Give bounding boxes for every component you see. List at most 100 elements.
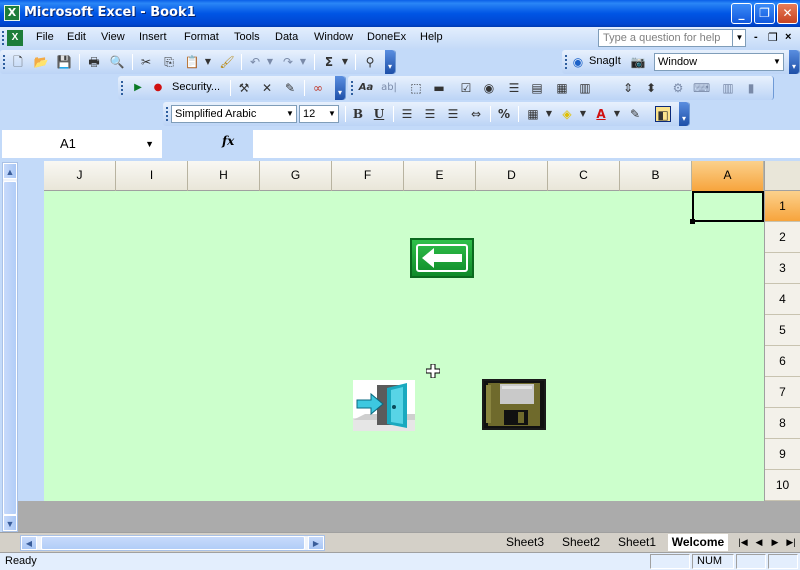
row-header-6[interactable]: 6: [765, 346, 800, 377]
toolbar-grip[interactable]: [565, 55, 568, 69]
right-to-left-icon[interactable]: ◧: [655, 106, 671, 122]
scroll-left-icon[interactable]: ◀: [21, 536, 37, 550]
run-dialog-icon[interactable]: ▮: [743, 80, 759, 96]
row-header-2[interactable]: 2: [765, 222, 800, 253]
edit-box-icon[interactable]: ab|: [381, 80, 397, 96]
sheet-tab-sheet3[interactable]: Sheet3: [500, 534, 550, 551]
borders-icon[interactable]: ▦: [525, 106, 541, 122]
fill-color-icon[interactable]: ◈: [559, 106, 575, 122]
close-button[interactable]: ✕: [777, 3, 798, 24]
menu-tools[interactable]: Tools: [234, 31, 260, 43]
toolbar-grip[interactable]: [166, 107, 169, 121]
first-sheet-icon[interactable]: |◀: [736, 535, 750, 549]
font-name-combo[interactable]: Simplified Arabic ▼: [171, 105, 297, 123]
toolbar-grip[interactable]: [3, 55, 6, 69]
toolbar-options-icon[interactable]: ▾: [679, 102, 689, 126]
security-button[interactable]: Security...: [172, 81, 220, 93]
record-macro-icon[interactable]: ●: [150, 80, 166, 96]
name-box[interactable]: A1 ▼: [2, 130, 162, 158]
column-header-h[interactable]: H: [188, 161, 260, 191]
format-painter-icon[interactable]: 🖌: [219, 54, 235, 70]
undo-dropdown-icon[interactable]: ▼: [262, 54, 278, 70]
vertical-scroll-thumb[interactable]: [3, 181, 17, 515]
control-toolbox-icon[interactable]: ✕: [259, 80, 275, 96]
sheet-tab-sheet1[interactable]: Sheet1: [612, 534, 662, 551]
scroll-down-icon[interactable]: ▼: [3, 515, 17, 531]
group-box-icon[interactable]: ⬚: [408, 80, 424, 96]
toolbar-options-icon[interactable]: ▾: [789, 50, 799, 74]
open-folder-icon[interactable]: 📂: [33, 54, 49, 70]
spinner-icon[interactable]: ⬍: [643, 80, 659, 96]
row-header-9[interactable]: 9: [765, 439, 800, 470]
vb-editor-icon[interactable]: ⚒: [236, 80, 252, 96]
insert-function-button[interactable]: fx: [222, 134, 234, 148]
row-header-10[interactable]: 10: [765, 470, 800, 501]
autofilter-icon[interactable]: ⚲: [362, 54, 378, 70]
column-header-f[interactable]: F: [332, 161, 404, 191]
column-header-a[interactable]: A: [692, 161, 764, 191]
menu-insert[interactable]: Insert: [139, 31, 167, 43]
column-header-e[interactable]: E: [404, 161, 476, 191]
menu-format[interactable]: Format: [184, 31, 219, 43]
paste-icon[interactable]: 📋: [184, 54, 200, 70]
horizontal-scrollbar[interactable]: ◀ ▶: [20, 535, 325, 551]
align-left-icon[interactable]: ☰: [399, 106, 415, 122]
column-header-g[interactable]: G: [260, 161, 332, 191]
window-combo[interactable]: Window ▼: [654, 53, 784, 71]
combo-list-edit-icon[interactable]: ▦: [554, 80, 570, 96]
autosum-icon[interactable]: Σ: [321, 54, 337, 70]
worksheet-grid[interactable]: [44, 191, 764, 501]
list-box-icon[interactable]: ☰: [506, 80, 522, 96]
sheet-tab-welcome[interactable]: Welcome: [668, 534, 728, 551]
toolbar-options-icon[interactable]: ▾: [335, 76, 345, 100]
active-cell[interactable]: [690, 191, 764, 224]
snagit-icon[interactable]: ◉: [570, 54, 586, 70]
percent-style-button[interactable]: %: [496, 106, 512, 122]
row-header-7[interactable]: 7: [765, 377, 800, 408]
borders-dropdown-icon[interactable]: ▼: [541, 106, 557, 122]
formula-input[interactable]: [253, 130, 800, 158]
control-properties-icon[interactable]: ⚙: [670, 80, 686, 96]
exit-button[interactable]: [353, 380, 415, 431]
workbook-close-button[interactable]: ×: [785, 31, 791, 43]
menu-help[interactable]: Help: [420, 31, 443, 43]
toolbar-grip[interactable]: [351, 81, 354, 95]
checkbox-control-icon[interactable]: ☑: [458, 80, 474, 96]
button-control-icon[interactable]: ▬: [431, 80, 447, 96]
undo-icon[interactable]: ↶: [247, 54, 263, 70]
menu-view[interactable]: View: [101, 31, 125, 43]
toggle-grid-icon[interactable]: ▥: [720, 80, 736, 96]
font-color-icon[interactable]: A: [593, 106, 609, 122]
maximize-button[interactable]: ❐: [754, 3, 775, 24]
bold-button[interactable]: B: [350, 106, 366, 122]
edit-code-icon[interactable]: ⌨: [693, 80, 710, 96]
column-header-i[interactable]: I: [116, 161, 188, 191]
merge-center-icon[interactable]: ⇔: [468, 106, 484, 122]
fill-color-dropdown-icon[interactable]: ▼: [575, 106, 591, 122]
design-mode-icon[interactable]: ✎: [282, 80, 298, 96]
workbook-minimize-button[interactable]: -: [754, 31, 758, 43]
workbook-restore-button[interactable]: ❐: [768, 31, 778, 44]
paste-dropdown-icon[interactable]: ▼: [200, 54, 216, 70]
align-center-icon[interactable]: ☰: [422, 106, 438, 122]
save-button[interactable]: [482, 379, 546, 430]
option-button-icon[interactable]: ◉: [481, 80, 497, 96]
label-control-icon[interactable]: Aa: [358, 80, 374, 96]
minimize-button[interactable]: _: [731, 3, 752, 24]
back-button[interactable]: [410, 238, 474, 278]
menu-window[interactable]: Window: [314, 31, 353, 43]
last-sheet-icon[interactable]: ▶|: [784, 535, 798, 549]
combo-dropdown-edit-icon[interactable]: ▥: [577, 80, 593, 96]
menu-data[interactable]: Data: [275, 31, 298, 43]
align-right-icon[interactable]: ☰: [445, 106, 461, 122]
scroll-right-icon[interactable]: ▶: [308, 536, 324, 550]
row-header-4[interactable]: 4: [765, 284, 800, 315]
menu-file[interactable]: File: [36, 31, 54, 43]
font-size-combo[interactable]: 12 ▼: [299, 105, 339, 123]
menu-doneex[interactable]: DoneEx: [367, 31, 406, 43]
copy-icon[interactable]: ⎘: [161, 54, 177, 70]
horizontal-scroll-thumb[interactable]: [41, 536, 305, 550]
chevron-down-icon[interactable]: ▼: [326, 106, 338, 122]
chevron-down-icon[interactable]: ▼: [284, 106, 296, 122]
scroll-bar-icon[interactable]: ⇕: [620, 80, 636, 96]
